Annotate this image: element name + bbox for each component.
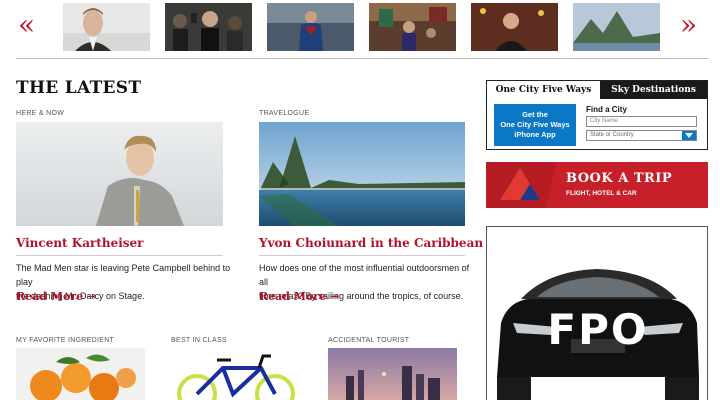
bottom-image-bicycle[interactable] (171, 348, 300, 400)
book-trip-title: BOOK A TRIP (566, 171, 673, 186)
article-image-caribbean[interactable] (259, 122, 465, 226)
app-button-line: iPhone App (514, 130, 556, 139)
carousel-prev-button[interactable]: « (18, 10, 35, 40)
carousel-divider (16, 58, 708, 59)
bottom-kicker: MY FAVORITE INGREDIENT (16, 337, 115, 344)
app-button-line: One City Five Ways (500, 120, 570, 129)
read-more-link[interactable]: Read More → (16, 290, 96, 303)
app-button-line: Get the (522, 110, 548, 119)
state-select-value: State or Country (590, 132, 634, 138)
bottom-kicker: ACCIDENTAL TOURIST (328, 337, 410, 344)
article-description-line: The Mad Men star is leaving Pete Campbel… (16, 263, 231, 287)
ad-placeholder[interactable]: FPO (486, 226, 708, 400)
section-title: THE LATEST (16, 78, 142, 98)
carousel-thumb-celebrity-portrait[interactable] (63, 3, 150, 51)
bottom-kicker: BEST IN CLASS (171, 337, 227, 344)
article-description-line: How does one of the most influential out… (259, 263, 470, 287)
carousel-thumb-red-carpet-crowd[interactable] (165, 3, 252, 51)
tab-sky-destinations[interactable]: Sky Destinations (600, 81, 707, 99)
article-divider (259, 255, 465, 256)
article-kicker: HERE & NOW (16, 110, 65, 117)
find-city-label: Find a City (586, 105, 627, 114)
article-image-portrait[interactable] (16, 122, 223, 226)
tab-one-city-five-ways[interactable]: One City Five Ways (487, 81, 600, 99)
carousel-thumb-festival-street[interactable] (369, 3, 456, 51)
one-city-widget: One City Five Ways Sky Destinations Get … (486, 80, 708, 150)
photo-carousel: « » (0, 0, 720, 58)
state-country-select[interactable]: State or Country (586, 130, 697, 141)
read-more-link[interactable]: Read More → (259, 290, 339, 303)
bottom-image-city[interactable] (328, 348, 457, 400)
book-a-trip-banner[interactable]: BOOK A TRIP FLIGHT, HOTEL & CAR (486, 162, 708, 208)
get-iphone-app-button[interactable]: Get the One City Five Ways iPhone App (494, 104, 576, 146)
article-title[interactable]: Vincent Kartheiser (16, 236, 143, 250)
carousel-thumb-mountain-coast[interactable] (573, 3, 660, 51)
article-kicker: TRAVELOGUE (259, 110, 310, 117)
carousel-thumb-talk-show-host[interactable] (471, 3, 558, 51)
article-divider (16, 255, 223, 256)
article-title[interactable]: Yvon Choiunard in the Caribbean (259, 236, 483, 250)
fpo-label: FPO (547, 305, 649, 354)
carousel-next-button[interactable]: » (680, 10, 697, 40)
carousel-thumb-superhero-still[interactable] (267, 3, 354, 51)
chevron-down-icon[interactable] (682, 131, 696, 140)
bottom-image-oranges[interactable] (16, 348, 145, 400)
city-name-input[interactable]: City Name (586, 116, 697, 127)
book-trip-subtitle: FLIGHT, HOTEL & CAR (566, 190, 637, 197)
